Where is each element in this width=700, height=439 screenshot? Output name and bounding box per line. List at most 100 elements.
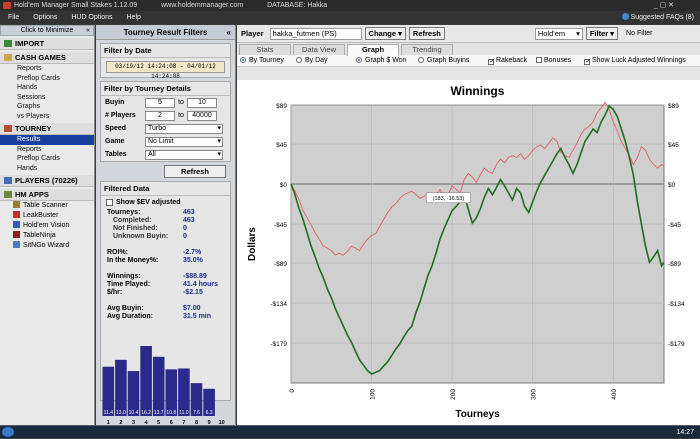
sidebar-item-cash-hands[interactable]: Hands <box>0 83 94 93</box>
stat-label: Avg Buyin: <box>107 305 144 312</box>
app-holdem-vision[interactable]: Hold'em Vision <box>0 221 94 231</box>
player-label: Player <box>241 29 264 38</box>
change-button[interactable]: Change ▾ <box>364 27 406 40</box>
stats-list: Tourneys: 463 Completed: 463 Not Finished: 0 U… <box>101 209 230 321</box>
stat-value: 41.4 hours <box>183 281 219 288</box>
sidebar-item-cash-preflop[interactable]: Preflop Cards <box>0 74 94 84</box>
tab-trending[interactable]: Trending <box>401 44 453 55</box>
ev-adjusted-checkbox[interactable]: Show $EV adjusted <box>101 196 230 209</box>
system-clock: 14:27 <box>676 429 694 436</box>
y-tick-label-right: $0 <box>668 182 676 189</box>
players-count-label: # Players <box>105 112 136 119</box>
app-leakbuster[interactable]: LeakBuster <box>0 211 94 221</box>
sidebar-section-import[interactable]: IMPORT <box>0 38 94 50</box>
stat-label <box>107 241 183 249</box>
cash-icon <box>4 54 12 61</box>
speed-select[interactable]: Turbo <box>145 123 223 134</box>
sidebar-section-cash-games[interactable]: CASH GAMES <box>0 52 94 64</box>
sidebar-section-hm-apps[interactable]: HM APPS <box>0 189 94 201</box>
sidebar-item-vs-players[interactable]: vs Players <box>0 112 94 122</box>
tables-label: Tables <box>105 151 127 158</box>
stat-label <box>107 297 183 305</box>
suggested-faqs-link[interactable]: Suggested FAQs (8) <box>621 11 694 24</box>
bonuses-checkbox[interactable]: Bonuses <box>536 57 584 64</box>
sidebar-item-results[interactable]: Results <box>0 135 94 145</box>
sidebar-item-tourney-preflop[interactable]: Preflop Cards <box>0 154 94 164</box>
stat-row: Unknown Buyin: 0 <box>101 233 230 241</box>
buyin-row: Buyin 5 to 10 <box>101 96 230 109</box>
bonuses-label: Bonuses <box>544 57 572 64</box>
histogram-bar-label: 7.6 <box>193 410 200 416</box>
collapse-icon[interactable]: « <box>86 26 90 35</box>
y-tick-label-left: $45 <box>276 142 287 149</box>
filter-button[interactable]: Filter ▾ <box>585 27 619 40</box>
filtered-data-title: Filtered Data <box>101 182 230 196</box>
app-table-scanner[interactable]: Table Scanner <box>0 201 94 211</box>
app-tableninja[interactable]: TableNinja <box>0 231 94 241</box>
date-range-field[interactable]: 03/19/12 14:24:08 - 04/01/12 14:24:08 <box>106 61 225 80</box>
game-select[interactable]: No Limit <box>145 136 223 147</box>
by-tourney-radio[interactable]: By Tourney <box>240 57 296 64</box>
checkmark-icon: ✓ <box>584 58 591 65</box>
filter-refresh-button[interactable]: Refresh <box>164 165 226 178</box>
filter-status: No Filter <box>626 30 653 37</box>
rakeback-checkbox[interactable]: ✓ Rakeback <box>488 57 536 65</box>
window-controls[interactable]: _ ▢ ✕ <box>654 0 674 11</box>
y-tick-label-right: $89 <box>668 103 679 110</box>
taskbar: 14:27 <box>0 425 700 438</box>
import-icon <box>4 40 12 47</box>
leakbuster-icon <box>13 211 20 218</box>
date-filter-title: Filter by Date <box>101 44 230 58</box>
stat-label: $/hr: <box>107 289 123 296</box>
menu-options[interactable]: Options <box>33 14 57 21</box>
tourney-label: TOURNEY <box>15 124 52 133</box>
by-day-radio[interactable]: By Day <box>296 57 356 64</box>
speed-label: Speed <box>105 125 127 132</box>
start-button-icon[interactable] <box>2 427 14 437</box>
tab-data-view[interactable]: Data View <box>293 44 345 55</box>
y-tick-label-left: $0 <box>280 182 288 189</box>
sidebar-item-tourney-hands[interactable]: Hands <box>0 164 94 174</box>
ninja-icon <box>13 231 20 238</box>
filter-panel-title: Tourney Result Filters <box>123 28 208 37</box>
menu-file[interactable]: File <box>8 14 19 21</box>
stat-row: In the Money%: 35.0% <box>101 257 230 265</box>
refresh-button[interactable]: Refresh <box>408 27 445 40</box>
app-sitngo-wizard[interactable]: SitNGo Wizard <box>0 241 94 251</box>
speed-row: Speed Turbo <box>101 122 230 135</box>
y-tick-label-right: -$134 <box>668 301 685 308</box>
sidebar-item-graphs[interactable]: Graphs <box>0 102 94 112</box>
graph-won-radio[interactable]: Graph $ Won <box>356 57 418 64</box>
luck-adjusted-checkbox[interactable]: ✓ Show Luck Adjusted Winnings <box>584 57 686 65</box>
buyin-from-input[interactable]: 5 <box>145 97 175 108</box>
website-link[interactable]: www.holdemmanager.com <box>161 2 243 9</box>
y-tick-label-left: -$45 <box>274 222 287 229</box>
tables-select[interactable]: All <box>145 149 223 160</box>
game-label: Game <box>105 138 125 145</box>
sidebar-section-players[interactable]: PLAYERS (70226) <box>0 175 94 187</box>
player-name-field[interactable]: hakka_futmen (PS) <box>269 27 362 40</box>
histogram-bar <box>178 368 190 416</box>
y-tick-label-right: $45 <box>668 142 679 149</box>
stat-label: ROI%: <box>107 249 128 256</box>
sidebar-item-tourney-reports[interactable]: Reports <box>0 145 94 155</box>
tab-graph[interactable]: Graph <box>347 44 399 56</box>
collapse-filter-icon[interactable]: « <box>227 25 231 40</box>
menu-help[interactable]: Help <box>127 14 141 21</box>
graph-buyins-radio[interactable]: Graph Buyins <box>418 57 488 64</box>
sidebar-item-sessions[interactable]: Sessions <box>0 93 94 103</box>
minimize-bar[interactable]: Click to Minimize « <box>0 25 94 36</box>
players-from-input[interactable]: 2 <box>145 110 175 121</box>
menu-hud-options[interactable]: HUD Options <box>71 14 112 21</box>
tab-stats[interactable]: Stats <box>239 44 291 55</box>
winnings-chart[interactable]: Winnings $89 $89 $45 $45 $0 $0 -$45 -$45 -$89 -$89… <box>237 80 700 425</box>
radio-icon <box>418 57 424 63</box>
game-type-select[interactable]: Hold'em ▾ <box>534 27 583 40</box>
stat-row: Avg Buyin: $7.00 <box>101 305 230 313</box>
buyin-to-input[interactable]: 10 <box>187 97 217 108</box>
sidebar-item-cash-reports[interactable]: Reports <box>0 64 94 74</box>
sidebar-section-tourney[interactable]: TOURNEY <box>0 123 94 135</box>
players-to-input[interactable]: 40000 <box>187 110 217 121</box>
faq-label: Suggested FAQs (8) <box>630 14 694 21</box>
players-label: PLAYERS (70226) <box>15 176 78 185</box>
